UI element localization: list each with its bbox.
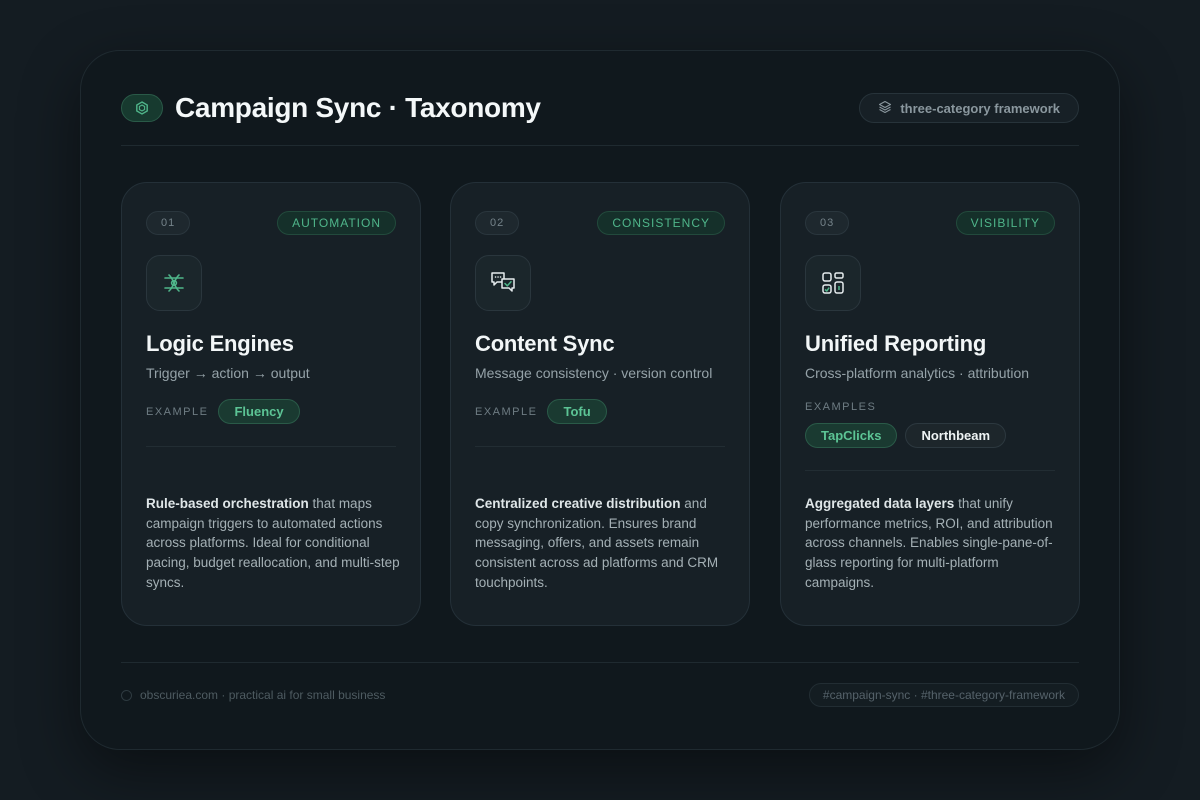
card-number: 02 bbox=[475, 211, 520, 235]
card-content-sync: 02 CONSISTENCY Content Sync Message cons… bbox=[450, 182, 750, 626]
circle-icon bbox=[121, 689, 132, 701]
footer: obscuriea.com · practical ai for small b… bbox=[121, 683, 1079, 707]
card-divider bbox=[805, 470, 1055, 471]
header-divider bbox=[121, 145, 1079, 146]
footer-hashtags: #campaign-sync · #three-category-framewo… bbox=[808, 683, 1079, 707]
dashboard-icon bbox=[805, 255, 861, 311]
page-title: Campaign Sync · Taxonomy bbox=[175, 92, 541, 123]
layers-icon bbox=[878, 100, 892, 117]
card-title: Content Sync bbox=[475, 331, 615, 356]
footer-divider bbox=[121, 662, 1079, 663]
card-title: Logic Engines bbox=[146, 331, 294, 356]
hexagon-icon bbox=[121, 94, 163, 122]
main-panel: Campaign Sync · Taxonomy three-category … bbox=[80, 50, 1120, 750]
card-unified-reporting: 03 VISIBILITY Unified Reporting Cross-pl… bbox=[780, 182, 1080, 626]
card-logic-engines: 01 AUTOMATION Logic Engines Trigger → ac… bbox=[121, 182, 421, 626]
title-group: Campaign Sync · Taxonomy bbox=[121, 92, 541, 124]
chat-sync-icon bbox=[475, 255, 531, 311]
description-strong: Centralized creative distribution bbox=[475, 496, 681, 511]
framework-badge: three-category framework bbox=[859, 93, 1079, 123]
card-tag: VISIBILITY bbox=[955, 211, 1055, 235]
framework-badge-label: three-category framework bbox=[900, 100, 1060, 116]
card-description: Rule-based orchestration that maps campa… bbox=[146, 494, 400, 593]
example-pill-tapclicks[interactable]: TapClicks bbox=[805, 423, 898, 448]
card-divider bbox=[475, 446, 725, 447]
footer-site[interactable]: obscuriea.com · practical ai for small b… bbox=[140, 688, 385, 702]
card-number: 01 bbox=[146, 211, 191, 235]
card-tag: CONSISTENCY bbox=[597, 211, 725, 235]
card-description: Aggregated data layers that unify perfor… bbox=[805, 494, 1059, 593]
card-description: Centralized creative distribution and co… bbox=[475, 494, 729, 593]
example-label: EXAMPLES bbox=[805, 401, 877, 413]
card-title: Unified Reporting bbox=[805, 331, 987, 356]
description-strong: Rule-based orchestration bbox=[146, 496, 309, 511]
header: Campaign Sync · Taxonomy three-category … bbox=[121, 92, 1079, 124]
card-tag: AUTOMATION bbox=[277, 211, 396, 235]
card-number: 03 bbox=[805, 211, 850, 235]
logic-flow-icon bbox=[146, 255, 202, 311]
example-pill-tofu[interactable]: Tofu bbox=[547, 399, 607, 424]
example-pill-northbeam[interactable]: Northbeam bbox=[905, 423, 1007, 448]
example-label: EXAMPLE bbox=[146, 405, 209, 418]
card-subtitle: Cross-platform analytics · attribution bbox=[805, 365, 1030, 381]
card-subtitle: Trigger → action → output bbox=[146, 365, 310, 381]
example-label: EXAMPLE bbox=[475, 405, 538, 418]
description-strong: Aggregated data layers bbox=[805, 496, 955, 511]
card-divider bbox=[146, 446, 396, 447]
card-subtitle: Message consistency · version control bbox=[475, 365, 713, 381]
example-pill-fluency[interactable]: Fluency bbox=[218, 399, 300, 424]
